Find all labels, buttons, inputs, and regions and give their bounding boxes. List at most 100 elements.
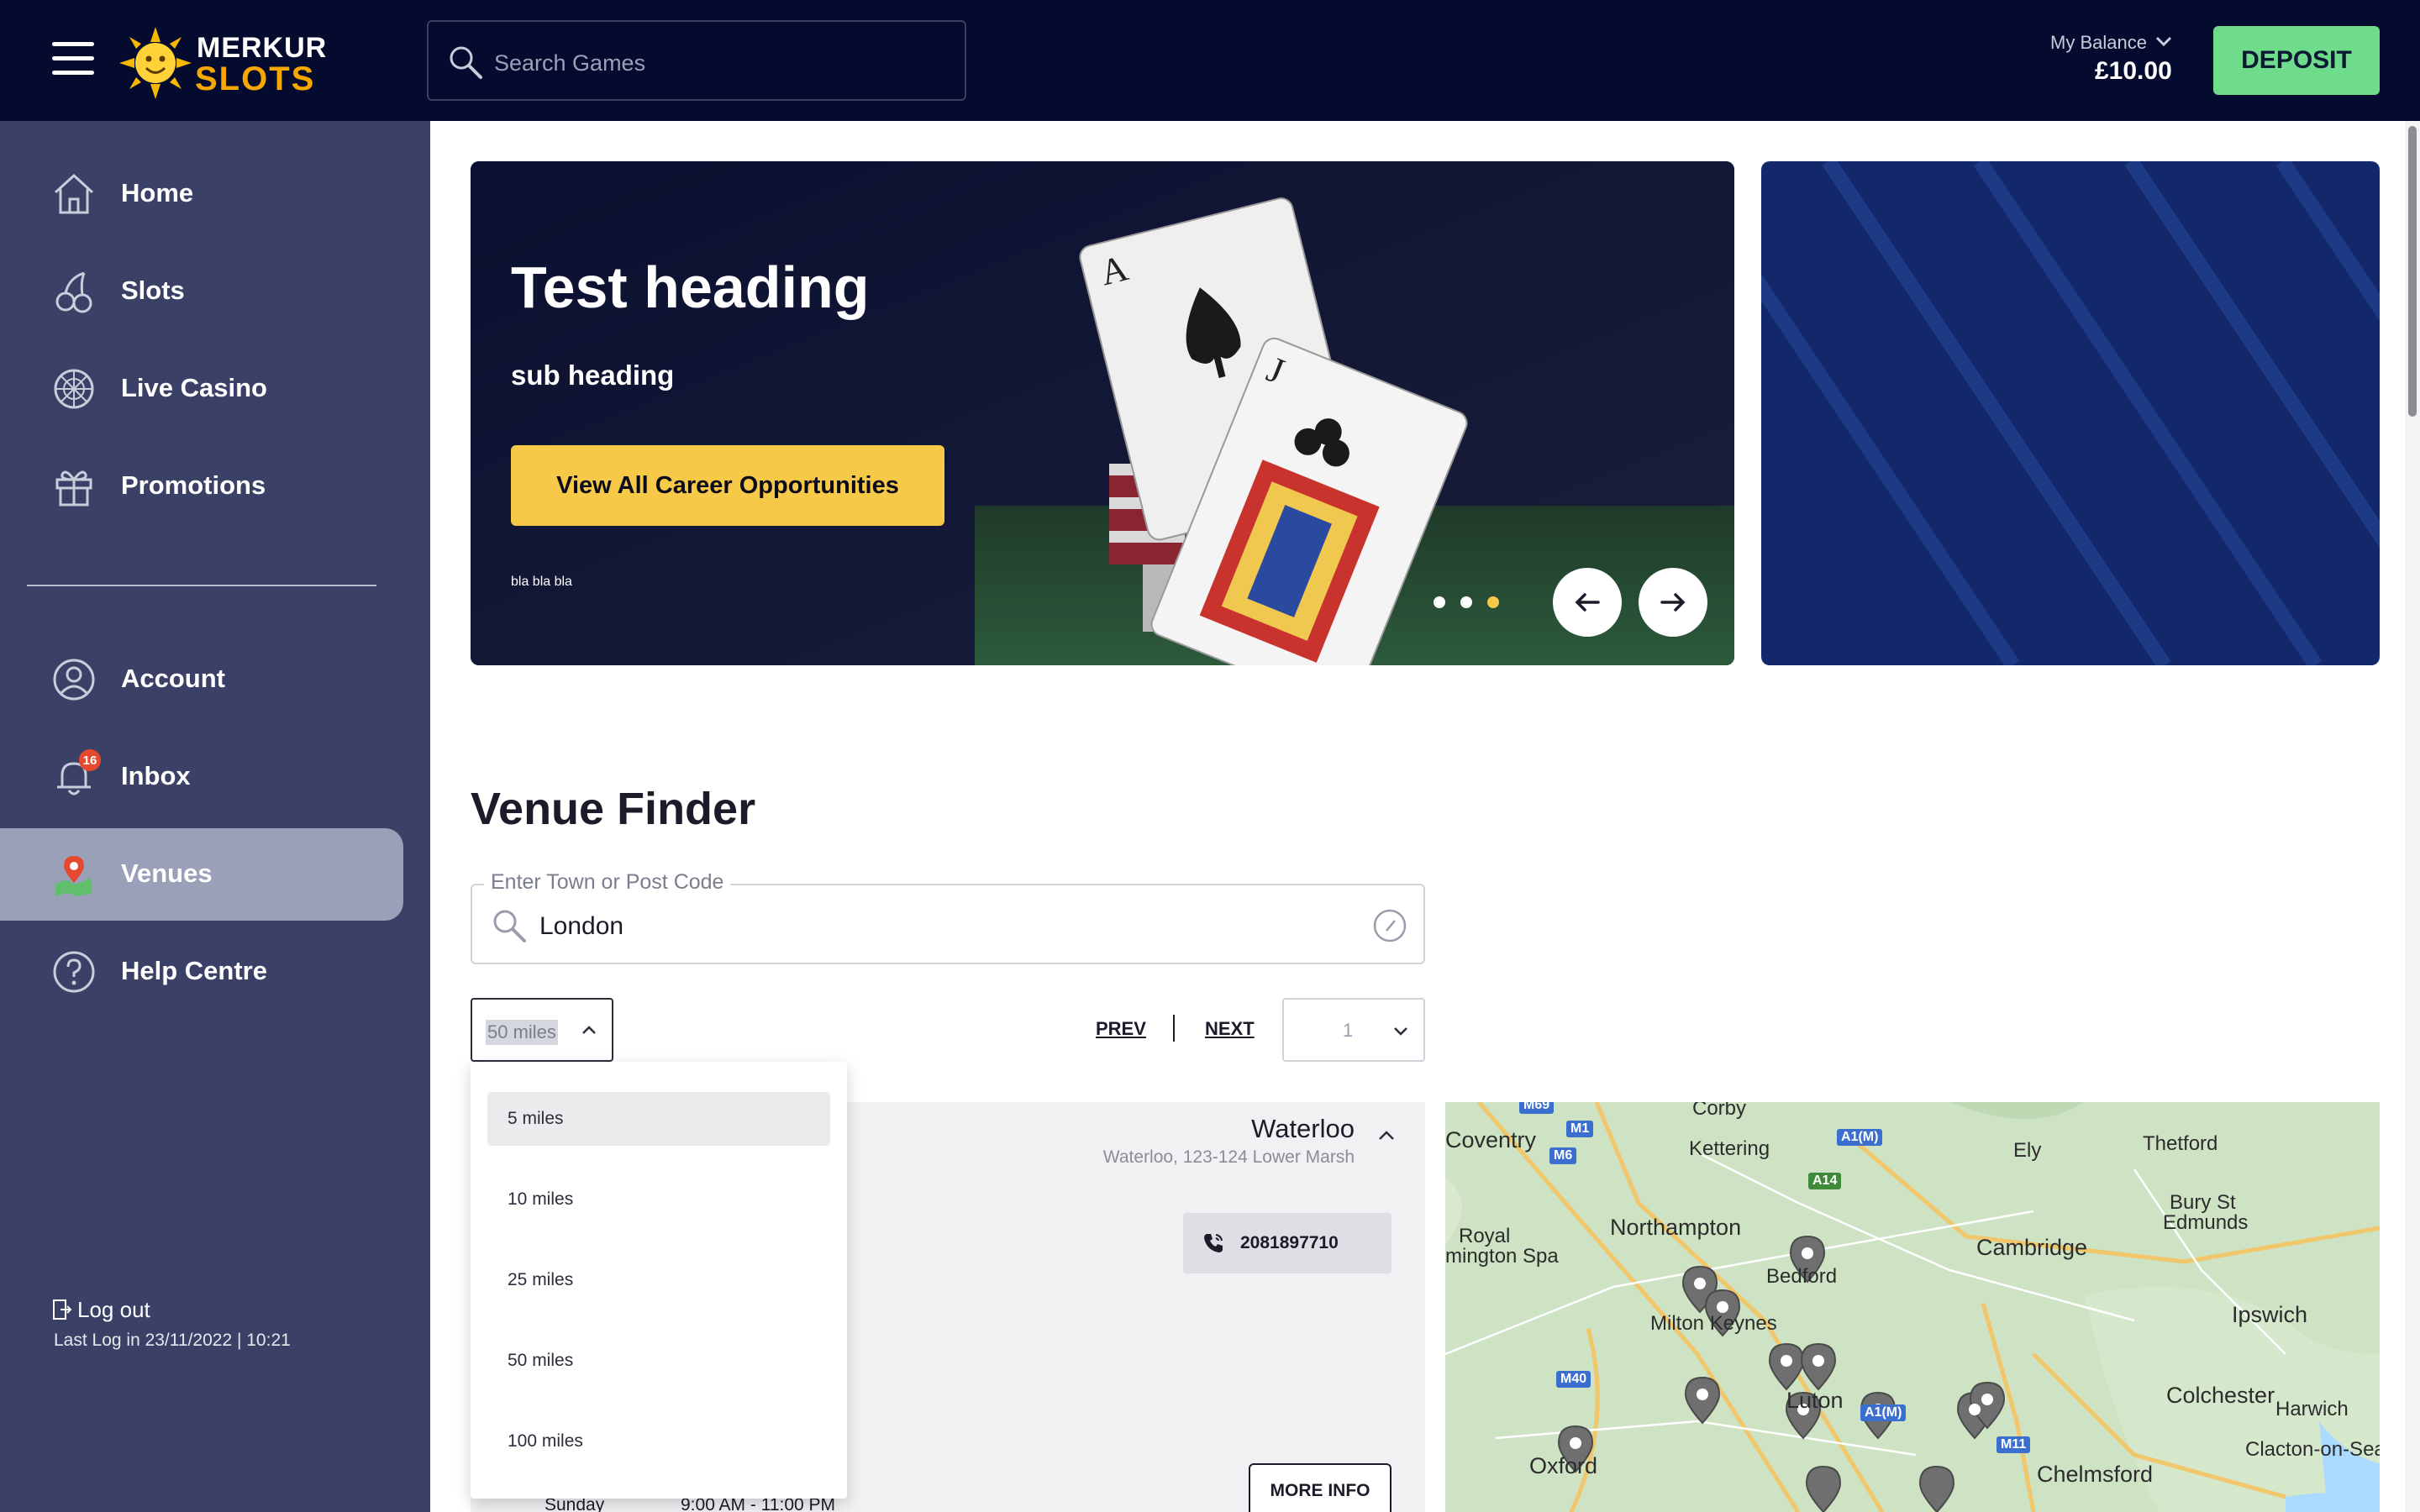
compass-icon[interactable]	[1371, 907, 1408, 944]
road-shield: M69	[1519, 1102, 1555, 1114]
road-shield: M6	[1549, 1147, 1577, 1164]
sidebar-item-label: Live Casino	[121, 373, 267, 402]
chevron-up-icon[interactable]	[1376, 1126, 1397, 1146]
carousel-dot[interactable]	[1434, 596, 1445, 608]
user-icon	[53, 659, 95, 701]
merkur-slots-logo[interactable]: MERKUR SLOTS	[119, 22, 326, 99]
road-shield: M40	[1556, 1371, 1591, 1388]
venue-name: Waterloo	[1251, 1114, 1355, 1143]
map-label: Thetford	[2143, 1132, 2218, 1155]
radius-option[interactable]: 5 miles	[487, 1092, 830, 1146]
search-icon	[450, 46, 482, 79]
carousel-dot-active[interactable]	[1487, 596, 1499, 608]
sidebar-item-label: Slots	[121, 276, 185, 305]
menu-icon[interactable]	[52, 42, 94, 76]
help-icon	[53, 951, 95, 993]
map-label: Oxford	[1529, 1453, 1598, 1478]
sidebar-item-label: Help Centre	[121, 956, 267, 985]
chevron-down-icon[interactable]	[2154, 32, 2173, 50]
chevron-down-icon	[1394, 1027, 1407, 1036]
sidebar-item-promotions[interactable]: Promotions	[0, 440, 403, 533]
map-label: Colchester	[2166, 1383, 2275, 1408]
top-bar: MERKUR SLOTS Search Games My Balance £10…	[0, 0, 2420, 121]
playing-cards-image: A J	[471, 161, 1734, 665]
carousel-next-button[interactable]	[1639, 568, 1707, 637]
venue-address: Waterloo, 123-124 Lower Marsh	[1102, 1147, 1355, 1167]
map-label: Northampton	[1610, 1215, 1742, 1240]
venue-phone-button[interactable]: 2081897710	[1183, 1213, 1392, 1273]
map-pin-icon	[55, 856, 92, 896]
scrollbar-thumb[interactable]	[2408, 126, 2417, 417]
search-input[interactable]: Search Games	[427, 20, 966, 101]
road-shield: A1(M)	[1860, 1404, 1907, 1421]
radius-option-label: 5 miles	[508, 1109, 564, 1128]
radius-option[interactable]: 25 miles	[487, 1253, 830, 1307]
map-label: Luton	[1786, 1388, 1844, 1413]
radius-option-label: 25 miles	[508, 1270, 574, 1289]
radius-option[interactable]: 50 miles	[487, 1334, 830, 1388]
town-postcode-input[interactable]: London	[471, 884, 1425, 964]
sidebar-item-venues[interactable]: Venues	[0, 828, 403, 921]
search-icon	[493, 910, 526, 942]
sidebar-item-label: Promotions	[121, 470, 266, 500]
search-placeholder: Search Games	[494, 50, 646, 76]
venue-map[interactable]: Coventry Corby Kettering Thetford Ely Ro…	[1445, 1102, 2380, 1512]
arrow-left-icon	[1575, 593, 1600, 612]
balance-value: £10.00	[2095, 57, 2172, 85]
phone-icon	[1204, 1234, 1223, 1252]
carousel-prev-button[interactable]	[1553, 568, 1622, 637]
map-label: Cambridge	[1976, 1235, 2088, 1260]
more-info-button[interactable]: MORE INFO	[1249, 1463, 1392, 1512]
map-label: Ely	[2013, 1139, 2042, 1162]
sidebar-item-slots[interactable]: Slots	[0, 245, 403, 338]
radius-selected-value: 50 miles	[486, 1020, 558, 1045]
venue-phone-number: 2081897710	[1240, 1233, 1339, 1252]
page-selected-value: 1	[1343, 1020, 1354, 1041]
logout-label: Log out	[77, 1297, 150, 1322]
road-shield: M1	[1566, 1121, 1594, 1137]
pager-divider	[1173, 1015, 1175, 1042]
map-label: Corby	[1692, 1102, 1747, 1120]
sidebar-item-live-casino[interactable]: Live Casino	[0, 343, 403, 435]
logout-link[interactable]: Log out	[52, 1297, 150, 1323]
town-postcode-label: Enter Town or Post Code	[484, 870, 731, 895]
cherries-icon	[55, 271, 92, 313]
sidebar-item-help-centre[interactable]: Help Centre	[0, 926, 403, 1018]
home-icon	[54, 173, 94, 214]
banner-heading: Test heading	[511, 255, 870, 320]
map-label: Coventry	[1445, 1127, 1537, 1152]
deposit-button[interactable]: DEPOSIT	[2213, 26, 2380, 95]
carousel-dot[interactable]	[1460, 596, 1472, 608]
sidebar-item-label: Account	[121, 664, 225, 693]
sidebar-item-account[interactable]: Account	[0, 633, 403, 726]
road-shield: M11	[1996, 1436, 2031, 1453]
venue-finder-title: Venue Finder	[471, 784, 756, 834]
map-label: Edmunds	[2163, 1211, 2249, 1234]
balance-label[interactable]: My Balance	[2050, 32, 2147, 54]
next-page-link[interactable]: NEXT	[1205, 1018, 1255, 1040]
sidebar-item-label: Inbox	[121, 761, 191, 790]
sidebar-item-home[interactable]: Home	[0, 148, 403, 240]
radius-option-label: 50 miles	[508, 1351, 574, 1370]
secondary-banner[interactable]	[1761, 161, 2380, 665]
radius-select[interactable]: 50 miles	[471, 998, 613, 1062]
radius-option[interactable]: 10 miles	[487, 1173, 830, 1226]
radius-option-label: 10 miles	[508, 1189, 574, 1209]
radius-dropdown: 5 miles 10 miles 25 miles 50 miles 100 m…	[471, 1062, 847, 1499]
last-login-text: Last Log in 23/11/2022 | 10:21	[54, 1331, 291, 1350]
page-select[interactable]: 1	[1282, 998, 1425, 1062]
map-label: mington Spa	[1445, 1245, 1559, 1268]
road-shield: A14	[1808, 1173, 1842, 1189]
road-shield: A1(M)	[1837, 1129, 1883, 1146]
arrow-right-icon	[1660, 593, 1686, 612]
prev-page-link[interactable]: PREV	[1096, 1018, 1146, 1040]
gift-icon	[55, 470, 92, 507]
radius-option[interactable]: 100 miles	[487, 1415, 830, 1468]
banner-subheading: sub heading	[511, 360, 675, 391]
sidebar-item-label: Home	[121, 178, 194, 207]
view-career-opportunities-button[interactable]: View All Career Opportunities	[511, 445, 944, 526]
map-label: Milton Keynes	[1650, 1312, 1777, 1335]
sidebar-item-inbox[interactable]: 16 Inbox	[0, 731, 403, 823]
logout-icon	[53, 1299, 72, 1320]
sun-logo-icon	[119, 27, 192, 99]
